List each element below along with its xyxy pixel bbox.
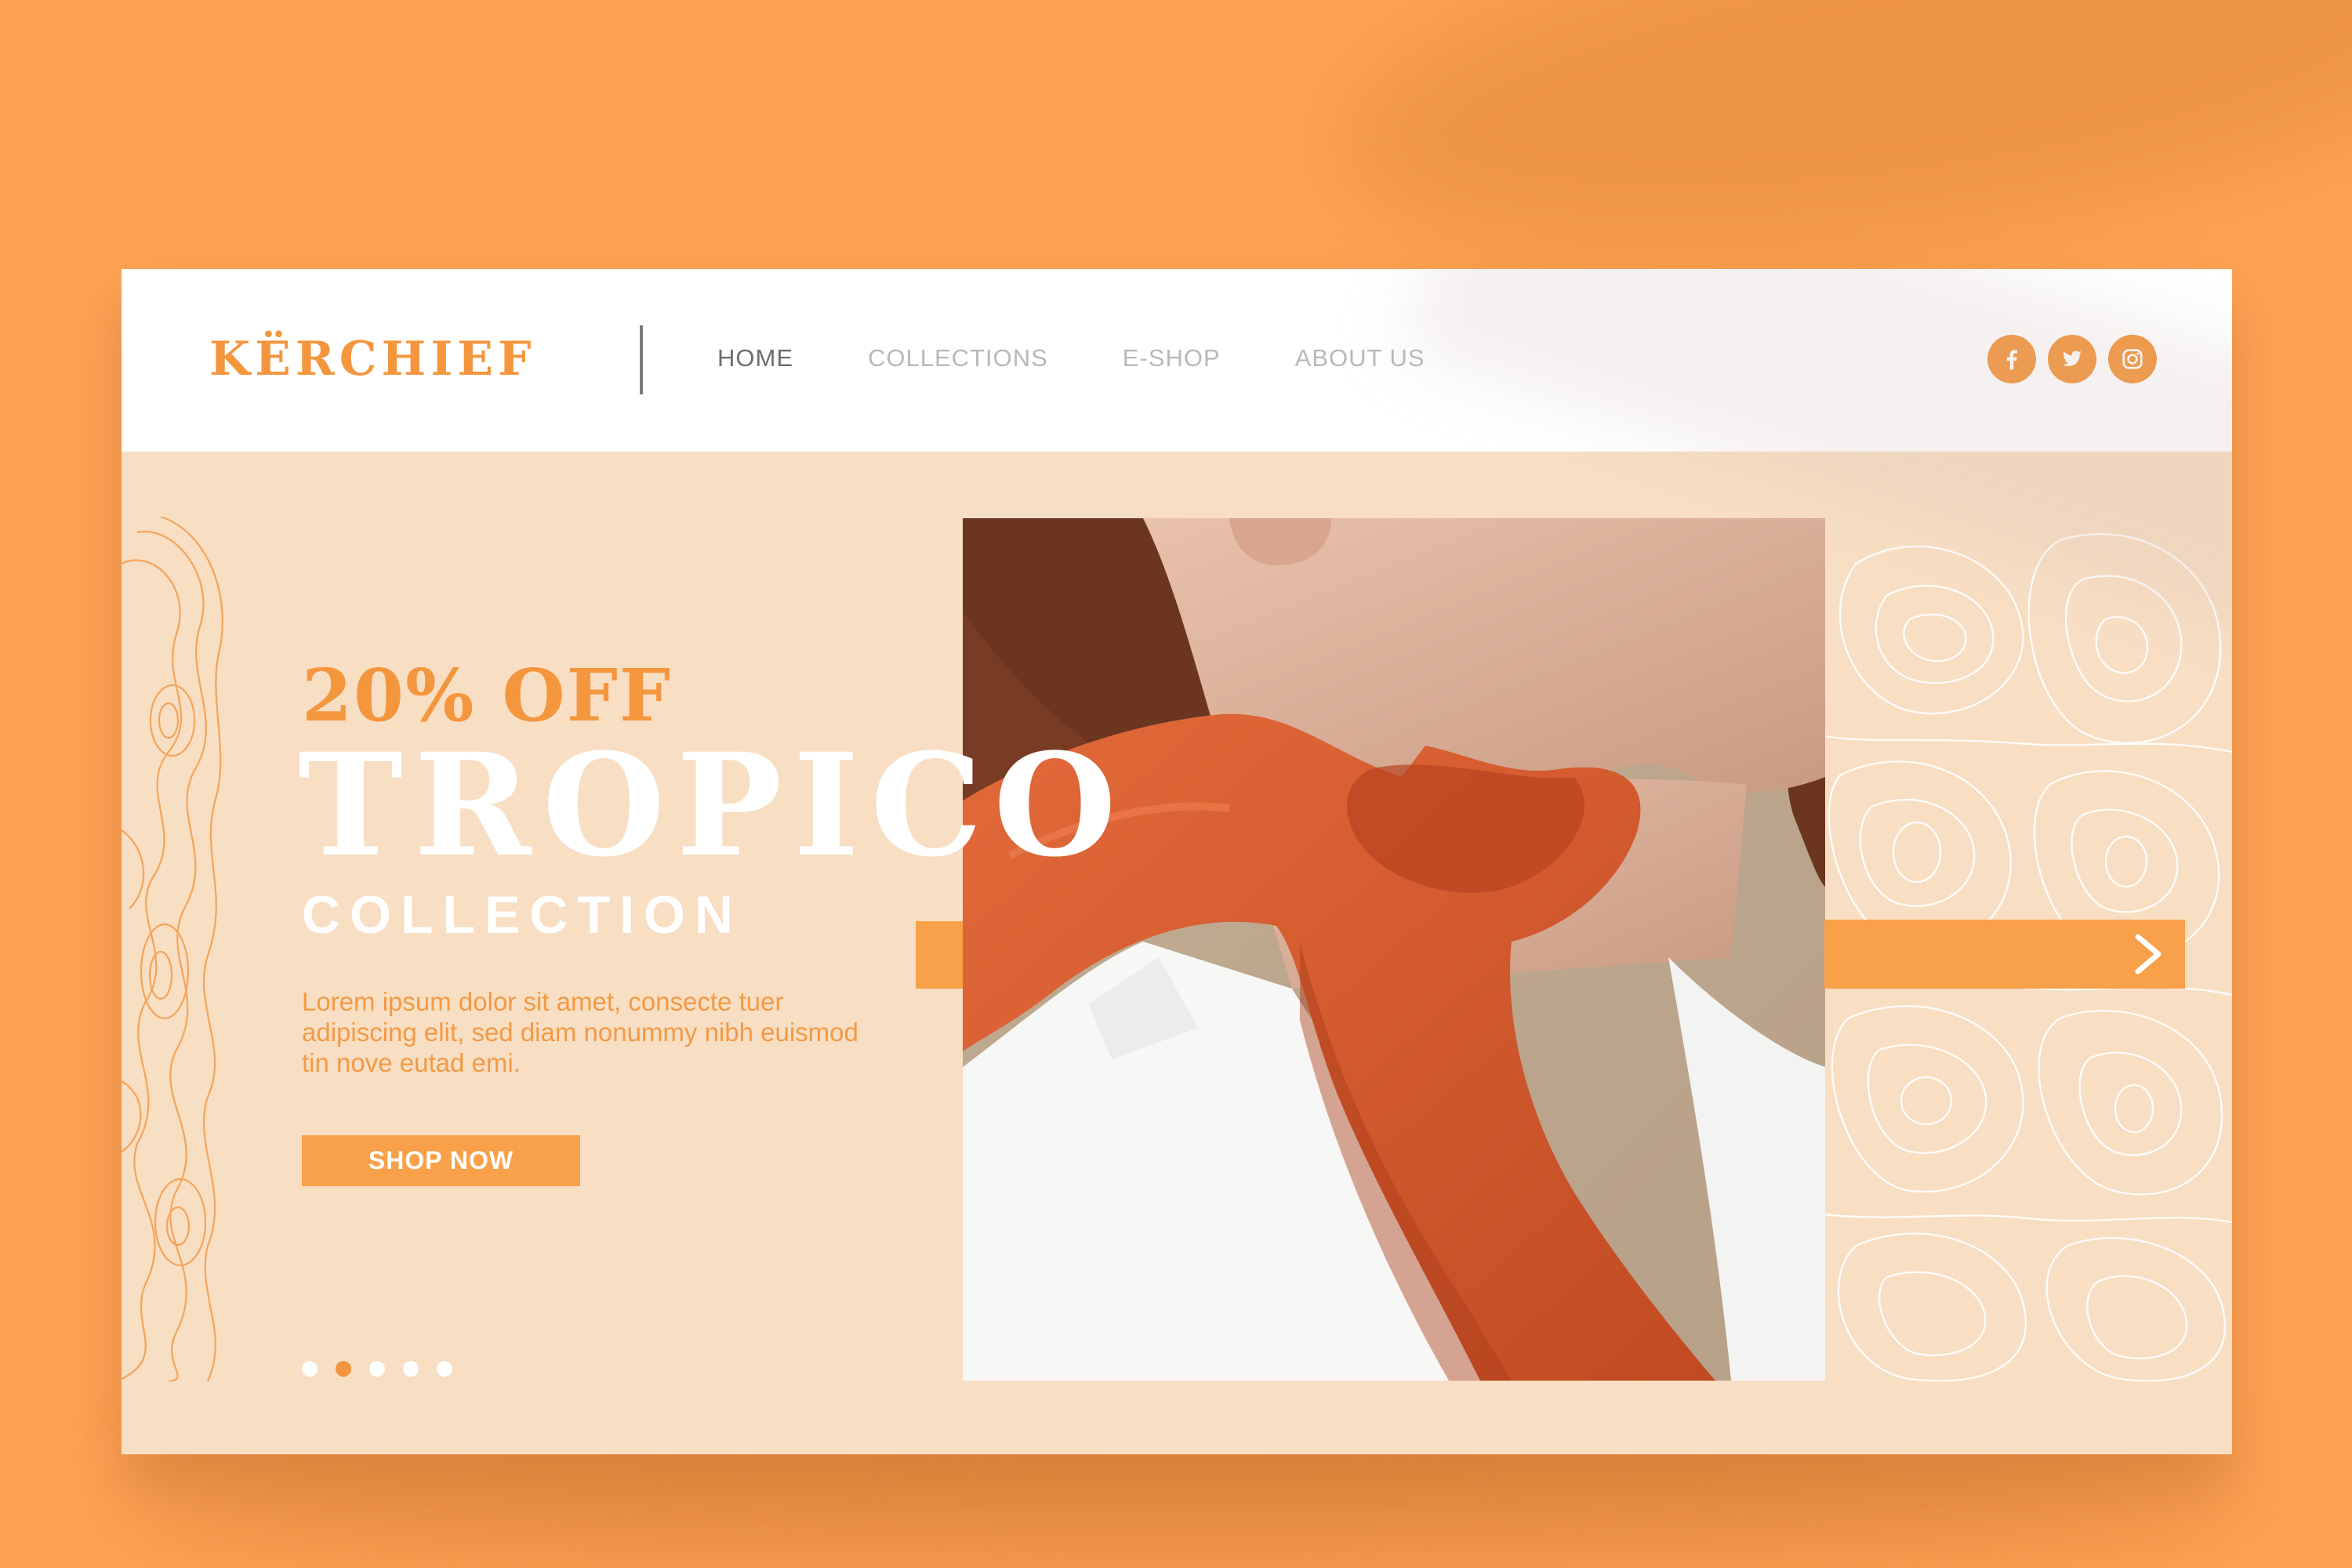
landing-page: KËRCHIEF HOME COLLECTIONS E-SHOP ABOUT U… <box>122 269 2232 1454</box>
next-slide-button[interactable] <box>1824 920 2185 989</box>
hero-product-image <box>963 518 1825 1381</box>
carousel-dot[interactable] <box>403 1361 419 1377</box>
slider-accent-left <box>916 921 964 989</box>
nav-item-home[interactable]: HOME <box>717 344 793 372</box>
carousel-dot-active[interactable] <box>336 1361 351 1377</box>
facebook-icon[interactable] <box>1987 335 2036 383</box>
collection-subtitle: COLLECTION <box>302 885 742 945</box>
collection-title: TROPICO <box>298 723 1127 888</box>
instagram-icon[interactable] <box>2108 335 2157 383</box>
carousel-dot[interactable] <box>302 1361 318 1377</box>
topographic-pattern-left <box>122 517 223 1381</box>
header-divider <box>640 325 643 394</box>
hero-description: Lorem ipsum dolor sit amet, consecte tue… <box>302 987 858 1077</box>
brand-logo[interactable]: KËRCHIEF <box>209 332 536 387</box>
twitter-icon[interactable] <box>2048 335 2096 383</box>
shop-now-button[interactable]: SHOP NOW <box>302 1135 580 1186</box>
carousel-indicators <box>302 1361 452 1377</box>
nav-item-about-us[interactable]: ABOUT US <box>1295 344 1425 372</box>
backdrop-shadow <box>1316 0 2352 316</box>
social-links <box>1987 335 2157 383</box>
nav-item-eshop[interactable]: E-SHOP <box>1123 344 1221 372</box>
nav-item-collections[interactable]: COLLECTIONS <box>868 344 1048 372</box>
chevron-right-icon <box>2135 934 2161 975</box>
carousel-dot[interactable] <box>369 1361 385 1377</box>
main-nav: HOME COLLECTIONS E-SHOP ABOUT US <box>717 344 1425 372</box>
site-header: KËRCHIEF HOME COLLECTIONS E-SHOP ABOUT U… <box>122 269 2232 452</box>
carousel-dot[interactable] <box>437 1361 452 1377</box>
backdrop-shadow-bottom <box>125 1443 2242 1568</box>
